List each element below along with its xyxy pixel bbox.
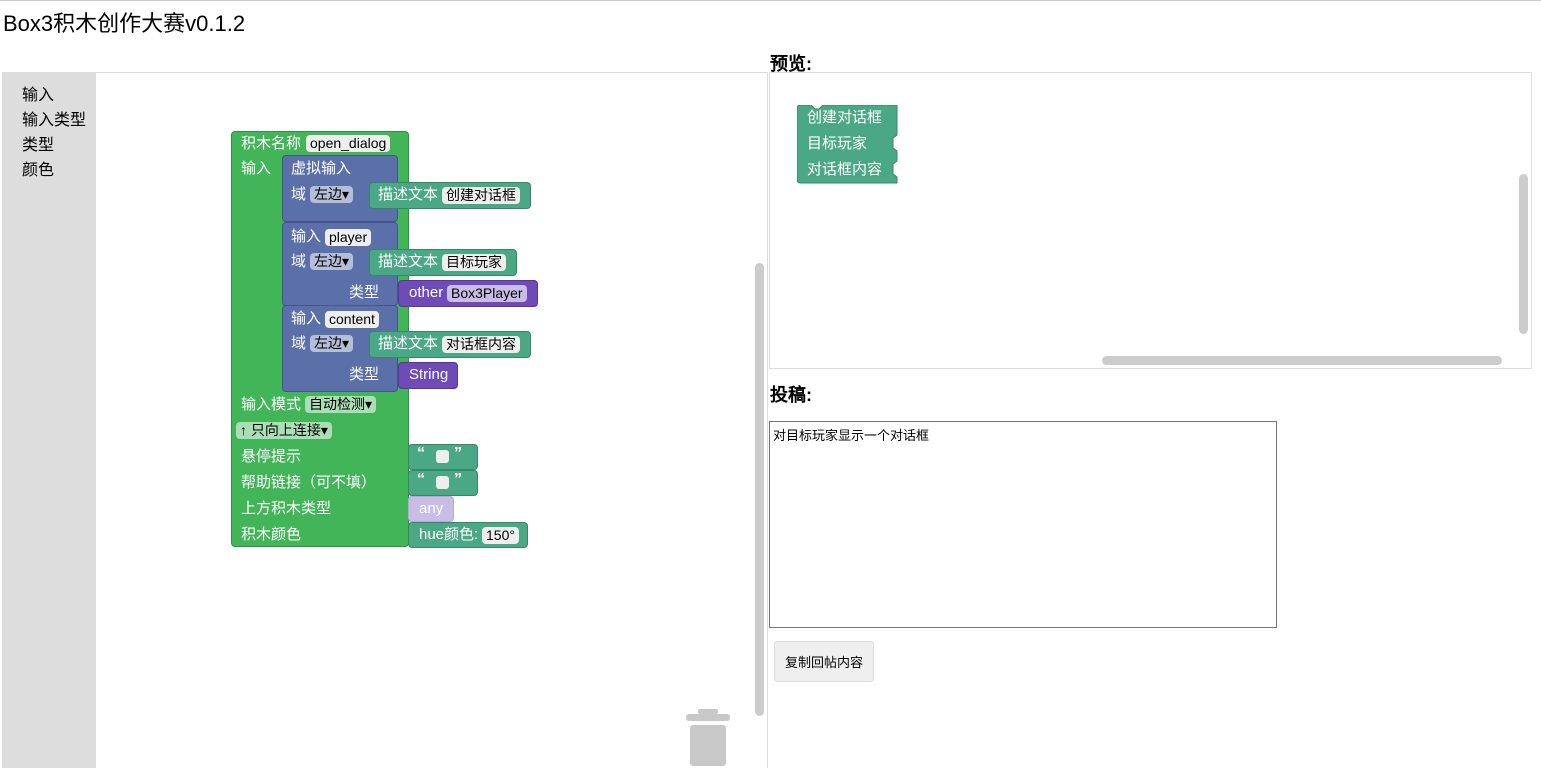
submission-heading: 投稿: (770, 385, 812, 405)
copy-reply-button[interactable]: 复制回帖内容 (774, 641, 874, 682)
toolbox-item-input-type[interactable]: 输入类型 (22, 106, 86, 130)
desc-text-block[interactable]: 描述文本 目标玩家 (369, 249, 517, 276)
input-field-label: 域 (291, 253, 307, 270)
preview-horizontal-scrollbar[interactable] (1102, 356, 1502, 365)
tooltip-text-block[interactable]: “ ” (408, 444, 478, 470)
input-type-label: 类型 (349, 366, 380, 383)
trash-icon[interactable] (686, 709, 730, 767)
type-value-label: String (409, 366, 449, 383)
block-name-label: 积木名称 (241, 135, 302, 152)
desc-text-label: 描述文本 (378, 186, 439, 203)
toolbox-item-input[interactable]: 输入 (22, 81, 54, 105)
connection-dropdown[interactable]: ↑ 只向上连接▾ (236, 422, 332, 439)
input-kind-label: 输入 (291, 228, 322, 245)
block-name-field[interactable]: open_dialog (306, 135, 391, 152)
top-divider (0, 0, 1541, 1)
workspace-canvas[interactable]: 积木名称 open_dialog 输入 输入模式 自动检测▾ ↑ 只向上连接▾ … (96, 73, 767, 768)
hue-color-block[interactable]: hue颜色: 150° (408, 522, 528, 548)
align-dropdown[interactable]: 左边▾ (310, 253, 354, 270)
desc-text-block[interactable]: 描述文本 创建对话框 (369, 182, 531, 209)
block-input-label: 输入 (241, 160, 272, 177)
help-url-text-block[interactable]: “ ” (408, 470, 478, 496)
type-block-other[interactable]: other Box3Player (398, 280, 538, 307)
desc-text-label: 描述文本 (378, 253, 439, 270)
toolbox: 输入 输入类型 类型 颜色 (2, 73, 96, 768)
close-quote-icon: ” (454, 471, 462, 488)
close-quote-icon: ” (454, 445, 462, 462)
input-mode-label: 输入模式 (241, 396, 302, 413)
hue-label: hue颜色: (419, 526, 479, 543)
input-kind-label: 输入 (291, 310, 322, 327)
input-kind-label: 虚拟输入 (291, 160, 352, 177)
type-value-field[interactable]: Box3Player (447, 285, 527, 302)
tooltip-text-field[interactable] (436, 450, 449, 463)
input-name-field[interactable]: content (325, 311, 379, 328)
submission-textarea[interactable]: 对目标玩家显示一个对话框 (769, 421, 1277, 628)
desc-text-label: 描述文本 (378, 335, 439, 352)
type-kind-label: other (409, 284, 444, 301)
top-type-label: 上方积木类型 (241, 500, 332, 517)
desc-text-field[interactable]: 目标玩家 (442, 254, 506, 271)
desc-text-field[interactable]: 创建对话框 (442, 187, 520, 204)
preview-vertical-scrollbar[interactable] (1519, 174, 1528, 334)
align-dropdown[interactable]: 左边▾ (310, 186, 354, 203)
input-type-label: 类型 (349, 284, 380, 301)
input-field-label: 域 (291, 186, 307, 203)
block-color-label: 积木颜色 (241, 526, 302, 543)
page-title: Box3积木创作大赛v0.1.2 (3, 11, 246, 36)
preview-line-1: 创建对话框 (807, 109, 883, 126)
desc-text-field[interactable]: 对话框内容 (442, 336, 520, 353)
open-quote-icon: “ (417, 445, 425, 462)
help-url-text-field[interactable] (436, 476, 449, 489)
preview-area[interactable]: 创建对话框 目标玩家 对话框内容 (769, 72, 1532, 369)
input-field-label: 域 (291, 335, 307, 352)
desc-text-block[interactable]: 描述文本 对话框内容 (369, 331, 531, 358)
blockly-workspace[interactable]: 输入 输入类型 类型 颜色 积木名称 open_dialog 输入 输入模式 自… (2, 72, 768, 768)
toolbox-item-color[interactable]: 颜色 (22, 156, 54, 180)
input-mode-dropdown[interactable]: 自动检测▾ (305, 396, 377, 413)
preview-line-3: 对话框内容 (807, 161, 883, 178)
input-name-field[interactable]: player (325, 229, 372, 246)
help-url-label: 帮助链接（可不填） (241, 474, 377, 491)
top-type-value: any (419, 500, 444, 517)
hue-value-field[interactable]: 150° (482, 527, 519, 544)
top-type-any-block[interactable]: any (408, 496, 454, 522)
toolbox-item-type[interactable]: 类型 (22, 131, 54, 155)
open-quote-icon: “ (417, 471, 425, 488)
tooltip-label: 悬停提示 (241, 448, 302, 465)
align-dropdown[interactable]: 左边▾ (310, 335, 354, 352)
type-block-string[interactable]: String (398, 362, 458, 389)
workspace-vertical-scrollbar[interactable] (755, 263, 764, 716)
preview-line-2: 目标玩家 (807, 135, 868, 152)
